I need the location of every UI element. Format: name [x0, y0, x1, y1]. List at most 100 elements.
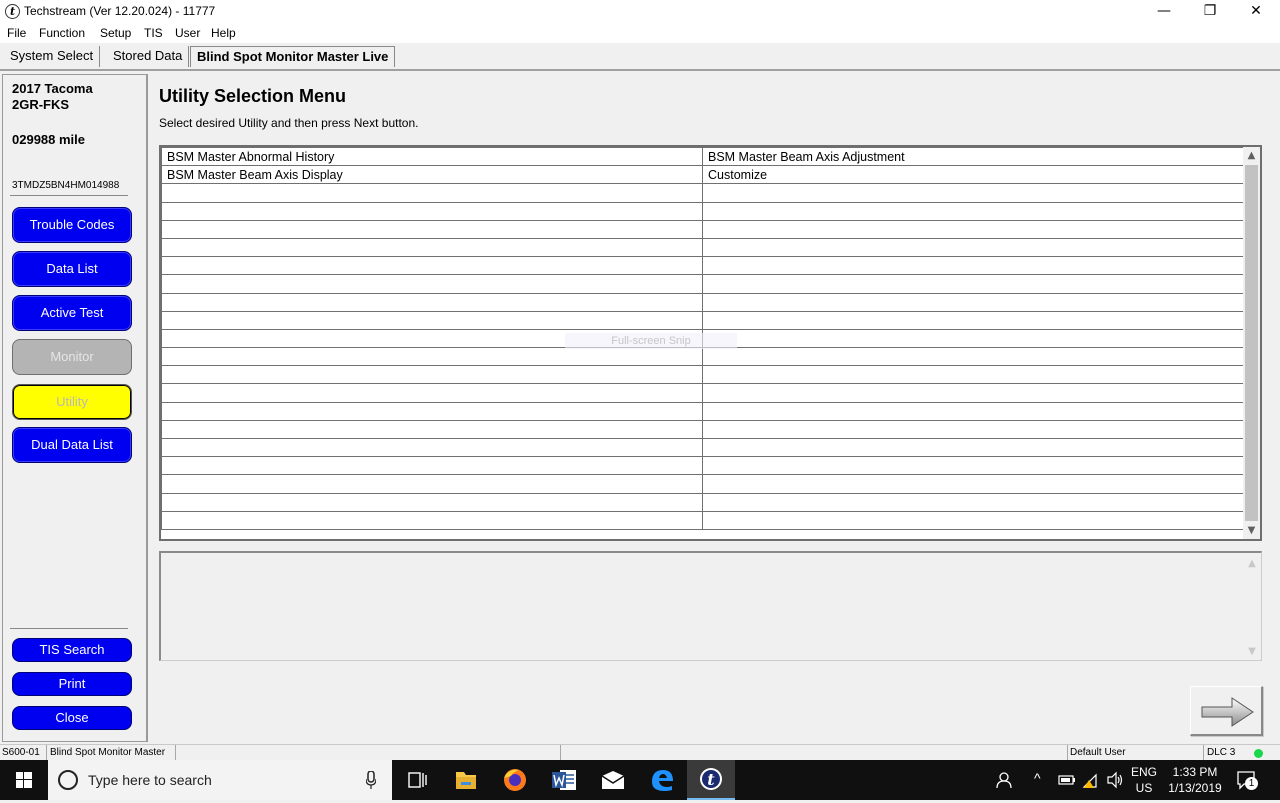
table-row — [161, 347, 1244, 367]
table-row — [161, 456, 1244, 476]
microphone-icon[interactable] — [366, 771, 376, 789]
utility-cell[interactable]: BSM Master Beam Axis Display — [161, 165, 703, 185]
people-icon[interactable] — [996, 771, 1016, 789]
clock-date[interactable]: 1/13/2019 — [1162, 781, 1228, 795]
file-explorer-button[interactable] — [442, 760, 490, 800]
tab-stored-data[interactable]: Stored Data — [107, 46, 190, 67]
description-scrollbar[interactable]: ▲ ▼ — [1245, 555, 1259, 659]
menu-tis[interactable]: TIS — [144, 26, 163, 40]
table-row — [161, 201, 1244, 221]
firefox-icon — [504, 769, 526, 791]
status-bar: S600-01 Blind Spot Monitor Master Defaul… — [0, 744, 1280, 761]
scrollbar-thumb[interactable] — [1245, 165, 1258, 521]
right-arrow-icon — [1201, 697, 1254, 727]
utility-cell — [161, 419, 703, 440]
utility-grid-scrollbar[interactable]: ▲ ▼ — [1243, 147, 1260, 539]
close-button[interactable]: Close — [12, 706, 132, 730]
close-window-button[interactable]: ✕ — [1233, 0, 1279, 23]
utility-cell — [702, 401, 1244, 421]
utility-cell — [702, 419, 1244, 440]
table-row — [161, 256, 1244, 276]
input-language[interactable]: ENG — [1128, 765, 1160, 779]
utility-cell — [702, 492, 1244, 512]
menu-file[interactable]: File — [7, 26, 26, 40]
utility-cell — [161, 437, 703, 458]
utility-cell — [161, 219, 703, 239]
tab-blind-spot-monitor-master-live[interactable]: Blind Spot Monitor Master Live — [190, 46, 396, 67]
data-list-button[interactable]: Data List — [12, 251, 132, 287]
page-title: Utility Selection Menu — [159, 86, 347, 106]
scroll-down-icon[interactable]: ▼ — [1243, 522, 1260, 539]
maximize-button[interactable]: ❐ — [1187, 0, 1233, 23]
utility-cell — [702, 383, 1244, 403]
utility-cell — [702, 437, 1244, 458]
techstream-icon: t — [700, 768, 722, 790]
tab-system-select[interactable]: System Select — [4, 46, 101, 67]
menu-help[interactable]: Help — [211, 26, 236, 40]
vehicle-mileage: 029988 mile — [12, 132, 86, 147]
utility-cell[interactable]: BSM Master Abnormal History — [161, 147, 703, 167]
utility-cell — [702, 292, 1244, 312]
menu-function[interactable]: Function — [39, 26, 85, 40]
tis-search-button[interactable]: TIS Search — [12, 638, 132, 662]
utility-cell — [702, 274, 1244, 294]
table-row[interactable]: BSM Master Abnormal History BSM Master Be… — [161, 147, 1244, 167]
vehicle-vin: 3TMDZ5BN4HM014988 — [12, 180, 120, 191]
dual-data-list-button[interactable]: Dual Data List — [12, 427, 132, 463]
desc-scroll-down-icon[interactable]: ▼ — [1245, 643, 1259, 660]
utility-cell[interactable]: BSM Master Beam Axis Adjustment — [702, 147, 1244, 167]
table-row — [161, 310, 1244, 330]
utility-cell[interactable]: Customize — [702, 165, 1244, 185]
utility-cell — [702, 365, 1244, 385]
active-test-button[interactable]: Active Test — [12, 295, 132, 331]
show-hidden-icons-chevron-icon[interactable]: ^ — [1034, 770, 1041, 786]
utility-cell — [702, 201, 1244, 221]
scroll-up-icon[interactable]: ▲ — [1243, 147, 1260, 164]
techstream-app-icon: t — [5, 4, 20, 19]
firefox-button[interactable] — [491, 760, 539, 800]
window-title: Techstream (Ver 12.20.024) - 11777 — [24, 4, 216, 18]
connection-status-led — [1254, 749, 1263, 758]
trouble-codes-button[interactable]: Trouble Codes — [12, 207, 132, 243]
word-button[interactable] — [540, 760, 588, 800]
svg-text:t: t — [707, 770, 715, 789]
start-button[interactable] — [0, 760, 48, 800]
network-warning-icon[interactable] — [1082, 770, 1100, 790]
task-view-button[interactable] — [393, 760, 441, 800]
table-row — [161, 437, 1244, 458]
utility-cell — [161, 492, 703, 512]
utility-cell — [161, 183, 703, 203]
print-button[interactable]: Print — [12, 672, 132, 696]
utility-cell — [161, 456, 703, 476]
windows-logo-icon — [16, 772, 32, 788]
action-center-button[interactable]: 1 — [1236, 770, 1258, 790]
menu-setup[interactable]: Setup — [100, 26, 131, 40]
table-row — [161, 383, 1244, 403]
menu-bar: File Function Setup TIS User Help — [0, 23, 1280, 43]
sidebar-divider — [10, 195, 128, 196]
table-row[interactable]: BSM Master Beam Axis Display Customize — [161, 165, 1244, 185]
vehicle-engine: 2GR-FKS — [12, 97, 70, 112]
utility-cell — [702, 310, 1244, 330]
edge-icon — [652, 770, 673, 791]
edge-button[interactable] — [638, 760, 686, 800]
mail-button[interactable] — [589, 760, 637, 800]
minimize-button[interactable]: — — [1141, 0, 1187, 23]
techstream-taskbar-button[interactable]: t — [687, 760, 735, 800]
utility-cell — [702, 237, 1244, 258]
utility-button[interactable]: Utility — [12, 384, 132, 420]
description-panel: ▲ ▼ — [159, 551, 1262, 661]
windows-taskbar: Type here to search t ^ ENG US 1:33 PM 1… — [0, 760, 1280, 800]
utility-cell — [702, 474, 1244, 494]
clock-time[interactable]: 1:33 PM — [1162, 765, 1228, 779]
utility-cell — [161, 201, 703, 221]
next-button[interactable] — [1190, 686, 1263, 736]
table-row — [161, 365, 1244, 385]
input-region[interactable]: US — [1128, 781, 1160, 795]
desc-scroll-up-icon[interactable]: ▲ — [1245, 555, 1259, 572]
taskbar-search[interactable]: Type here to search — [48, 760, 392, 800]
volume-icon[interactable] — [1106, 771, 1124, 789]
table-row — [161, 474, 1244, 494]
menu-user[interactable]: User — [175, 26, 200, 40]
battery-icon[interactable] — [1058, 773, 1076, 787]
